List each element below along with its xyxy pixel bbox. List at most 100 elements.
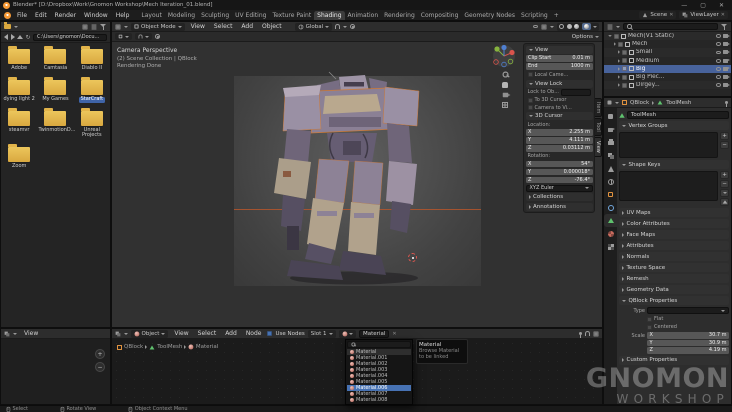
viewport-menu-select[interactable]: Select <box>211 23 236 30</box>
blender-menu-icon[interactable] <box>4 11 11 19</box>
workspace-tab-animation[interactable]: Animation <box>345 11 382 20</box>
to-3d-cursor-checkbox[interactable] <box>527 97 533 103</box>
vertex-groups-header[interactable]: Vertex Groups <box>619 121 729 130</box>
snap-magnet-icon[interactable] <box>335 24 341 29</box>
mech-model[interactable] <box>259 71 459 291</box>
material-name-field[interactable]: Material <box>359 329 390 338</box>
visibility-icon[interactable] <box>532 24 538 29</box>
wireframe-shading-icon[interactable] <box>559 24 564 29</box>
filter-icon[interactable] <box>100 23 107 30</box>
unlink-material-icon[interactable]: ✕ <box>392 331 396 337</box>
panel-header-attributes[interactable]: Attributes <box>619 241 729 250</box>
clip-end-slider[interactable]: End 1000 m <box>525 63 593 70</box>
workspace-tab-uv-editing[interactable]: UV Editing <box>232 11 269 20</box>
cursor-rotation-z[interactable]: Z -76.4° <box>525 176 593 183</box>
minimize-button[interactable]: — <box>676 2 692 9</box>
shape-key-specials-button[interactable] <box>720 189 729 197</box>
menu-window[interactable]: Window <box>80 12 112 19</box>
up-directory-icon[interactable] <box>17 35 23 39</box>
view-object-types-dropdown[interactable] <box>115 33 132 40</box>
disable-render-toggle[interactable] <box>723 66 730 71</box>
proportional-editing-icon[interactable] <box>350 24 356 29</box>
breadcrumb-object[interactable]: QBlock <box>630 100 649 106</box>
shader-editor-icon[interactable] <box>115 331 121 336</box>
folder-item[interactable]: Diablo II <box>74 46 110 72</box>
hide-viewport-toggle[interactable] <box>715 83 721 88</box>
toggle-grid-icon[interactable] <box>502 101 508 108</box>
outliner-row[interactable]: Dirgey... <box>604 81 731 90</box>
shader-menu-add[interactable]: Add <box>222 330 240 337</box>
collection-checkbox[interactable] <box>622 49 627 55</box>
shader-menu-view[interactable]: View <box>171 330 191 337</box>
options-dropdown[interactable]: Options <box>572 34 599 40</box>
panel-header-normals[interactable]: Normals <box>619 252 729 261</box>
collection-checkbox[interactable] <box>622 74 627 80</box>
path-field[interactable]: C:\Users\gnomon\Docu... <box>33 33 107 41</box>
remove-vertex-group-button[interactable]: − <box>720 141 729 149</box>
viewport-menu-add[interactable]: Add <box>238 23 256 30</box>
workspace-tab-geometry-nodes[interactable]: Geometry Nodes <box>461 11 518 20</box>
sidebar-tab-item[interactable]: Item <box>595 98 602 118</box>
overlays-icon[interactable] <box>541 24 547 29</box>
scale-y-slider[interactable]: Y 30.9 m <box>647 339 729 346</box>
scale-z-slider[interactable]: Z 4.19 m <box>647 347 729 354</box>
shape-keys-list[interactable] <box>619 171 718 201</box>
scene-tab-icon[interactable] <box>604 162 617 175</box>
move-shape-key-up-button[interactable] <box>720 198 729 206</box>
vertex-groups-list[interactable] <box>619 132 718 158</box>
zoom-in-button[interactable]: + <box>95 349 105 359</box>
custom-properties-header[interactable]: Custom Properties <box>619 355 729 365</box>
rotation-order-dropdown[interactable]: XYZ Euler <box>525 184 593 192</box>
menu-help[interactable]: Help <box>112 12 134 19</box>
folder-item[interactable]: Zoom <box>1 144 37 170</box>
outliner-row[interactable]: Medium <box>604 57 731 65</box>
sidebar-tab-view[interactable]: View <box>595 137 602 157</box>
use-nodes-checkbox[interactable] <box>267 331 273 336</box>
menu-file[interactable]: File <box>13 12 31 19</box>
mesh-name-field[interactable]: ToolMesh <box>627 111 729 119</box>
browse-material-button[interactable] <box>338 329 357 338</box>
viewport-menu-object[interactable]: Object <box>259 23 285 30</box>
disable-render-toggle[interactable] <box>723 50 730 55</box>
shader-overlay-icon[interactable] <box>593 331 599 336</box>
workspace-tab-sculpting[interactable]: Sculpting <box>198 11 232 20</box>
collection-checkbox[interactable] <box>622 66 627 72</box>
outliner-editor-icon[interactable] <box>607 24 613 29</box>
hide-viewport-toggle[interactable] <box>715 75 721 79</box>
refresh-icon[interactable]: ↻ <box>26 34 31 41</box>
hide-viewport-toggle[interactable] <box>715 50 721 55</box>
shader-snap-icon[interactable] <box>585 331 590 336</box>
cursor-rotation-x[interactable]: X 54° <box>525 160 593 167</box>
pan-tool-icon[interactable] <box>502 81 508 88</box>
node-canvas[interactable]: QBlock ToolMesh Material Material Materi… <box>112 339 602 405</box>
view-panel-header[interactable]: View <box>525 45 593 54</box>
view-layer-tab-icon[interactable] <box>604 149 617 162</box>
workspace-tab-modeling[interactable]: Modeling <box>165 11 198 20</box>
folder-item[interactable]: My Games <box>37 77 73 103</box>
clip-start-slider[interactable]: Clip Start 0.01 m <box>525 55 593 62</box>
add-shape-key-button[interactable]: + <box>720 171 729 179</box>
shader-menu-node[interactable]: Node <box>243 330 265 337</box>
camera-view-icon[interactable] <box>502 92 510 97</box>
breadcrumb-data[interactable]: ToolMesh <box>666 100 691 106</box>
list-view-icon[interactable] <box>91 24 97 29</box>
cursor-rotation-y[interactable]: Y 0.000018° <box>525 168 593 175</box>
camera-to-view-checkbox[interactable] <box>527 105 533 110</box>
thumbnail-view-icon[interactable] <box>82 24 88 29</box>
collection-checkbox[interactable] <box>622 82 627 88</box>
scene-unlink-icon[interactable]: ✕ <box>669 12 673 18</box>
disable-render-toggle[interactable] <box>723 42 730 47</box>
outliner-search-input[interactable] <box>623 23 718 30</box>
menu-edit[interactable]: Edit <box>31 12 51 19</box>
world-tab-icon[interactable] <box>604 175 617 188</box>
solid-shading-icon[interactable] <box>566 24 572 29</box>
outliner-row[interactable]: Mech <box>604 40 731 48</box>
lock-object-field[interactable] <box>560 89 591 96</box>
outliner-row[interactable]: Big Piec... <box>604 73 731 81</box>
modifier-tab-icon[interactable] <box>604 201 617 214</box>
shader-pin-icon[interactable] <box>579 332 582 338</box>
material-tab-icon[interactable] <box>604 227 617 240</box>
cursor-location-y[interactable]: Y 4.111 m <box>525 137 593 144</box>
annotations-panel-header[interactable]: Annotations <box>525 202 593 211</box>
data-tab-icon[interactable] <box>604 214 617 227</box>
